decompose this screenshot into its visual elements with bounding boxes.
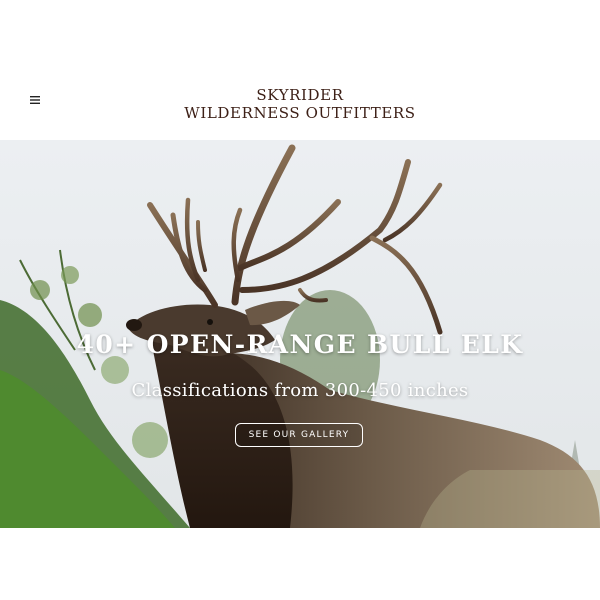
below-hero-space <box>0 528 600 600</box>
brand-name: SKYRIDER <box>256 86 344 104</box>
page: SKYRIDER WILDERNESS OUTFITTERS 40+ OPEN-… <box>0 0 600 600</box>
hero-title: 40+ OPEN-RANGE BULL ELK <box>76 330 524 359</box>
hero-banner: 40+ OPEN-RANGE BULL ELK Classifications … <box>0 140 600 528</box>
hero-subtitle: Classifications from 300-450 inches <box>131 380 469 401</box>
site-header: SKYRIDER WILDERNESS OUTFITTERS <box>0 0 600 140</box>
brand-logo[interactable]: SKYRIDER WILDERNESS OUTFITTERS <box>0 86 600 122</box>
see-gallery-button[interactable]: SEE OUR GALLERY <box>235 423 363 447</box>
brand-tagline: WILDERNESS OUTFITTERS <box>184 104 416 122</box>
